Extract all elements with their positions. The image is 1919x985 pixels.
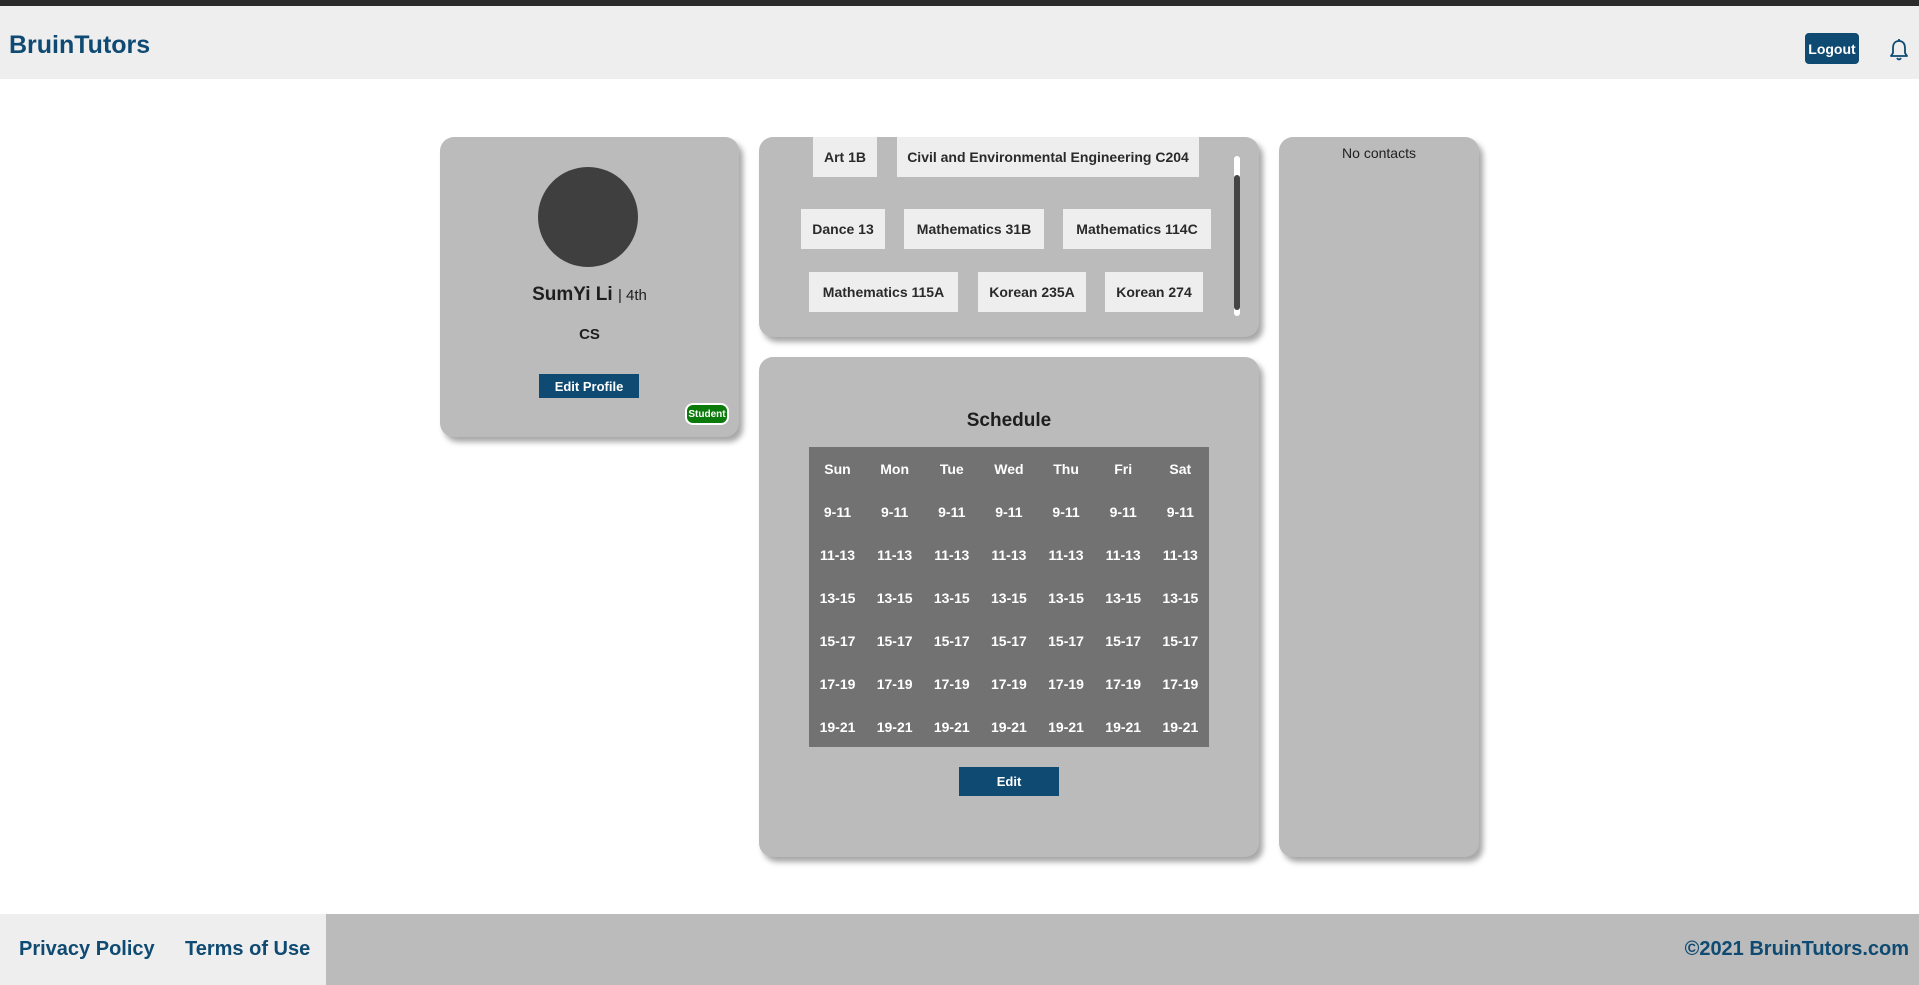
role-badge: Student	[685, 403, 729, 425]
schedule-slot[interactable]: 17-19	[1152, 662, 1209, 705]
schedule-day-header: Sun	[824, 460, 851, 477]
schedule-slot[interactable]: 15-17	[923, 619, 980, 662]
schedule-slot[interactable]: 15-17	[866, 619, 923, 662]
schedule-slot[interactable]: 9-11	[923, 490, 980, 533]
schedule-day-header: Fri	[1114, 460, 1133, 477]
course-chip[interactable]: Civil and Environmental Engineering C204	[897, 137, 1199, 177]
schedule-slot[interactable]: 17-19	[866, 662, 923, 705]
schedule-slot[interactable]: 11-13	[923, 533, 980, 576]
schedule-slot[interactable]: 13-15	[866, 576, 923, 619]
schedule-slot[interactable]: 19-21	[1038, 705, 1095, 748]
schedule-slot[interactable]: 17-19	[809, 662, 866, 705]
schedule-slot[interactable]: 15-17	[1152, 619, 1209, 662]
schedule-slot[interactable]: 13-15	[1095, 576, 1152, 619]
avatar	[538, 167, 638, 267]
top-nav-bar: BruinTutors Logout	[0, 6, 1919, 79]
copyright-text: ©2021 BruinTutors.com	[1684, 938, 1909, 960]
course-chip[interactable]: Art 1B	[813, 137, 877, 177]
schedule-day-header: Mon	[880, 460, 909, 477]
schedule-slot[interactable]: 19-21	[866, 705, 923, 748]
schedule-slot[interactable]: 9-11	[809, 490, 866, 533]
profile-name: SumYi Li	[532, 284, 613, 305]
schedule-slot[interactable]: 15-17	[809, 619, 866, 662]
schedule-slot[interactable]: 11-13	[866, 533, 923, 576]
profile-major: CS	[579, 326, 600, 343]
schedule-day-header: Thu	[1053, 460, 1079, 477]
terms-of-use-link[interactable]: Terms of Use	[185, 938, 310, 961]
profile-year: | 4th	[617, 287, 647, 304]
schedule-slot[interactable]: 15-17	[1038, 619, 1095, 662]
course-chip[interactable]: Dance 13	[801, 209, 885, 249]
profile-card: SumYi Li | 4th CS Edit Profile Student	[440, 137, 739, 437]
schedule-slot[interactable]: 11-13	[809, 533, 866, 576]
schedule-slot[interactable]: 11-13	[1095, 533, 1152, 576]
schedule-slot[interactable]: 9-11	[980, 490, 1037, 533]
schedule-day-header: Wed	[994, 460, 1024, 477]
schedule-slot[interactable]: 9-11	[866, 490, 923, 533]
schedule-slot[interactable]: 13-15	[923, 576, 980, 619]
schedule-slot[interactable]: 19-21	[923, 705, 980, 748]
schedule-slot[interactable]: 9-11	[1152, 490, 1209, 533]
schedule-slot[interactable]: 17-19	[1038, 662, 1095, 705]
schedule-slot[interactable]: 13-15	[809, 576, 866, 619]
schedule-slot[interactable]: 19-21	[809, 705, 866, 748]
schedule-slot[interactable]: 13-15	[980, 576, 1037, 619]
privacy-policy-link[interactable]: Privacy Policy	[19, 938, 155, 961]
bell-icon[interactable]	[1888, 38, 1910, 62]
no-contacts-text: No contacts	[1342, 145, 1416, 161]
course-chip[interactable]: Mathematics 114C	[1063, 209, 1211, 249]
schedule-slot[interactable]: 15-17	[980, 619, 1037, 662]
courses-scrollbar-thumb[interactable]	[1234, 175, 1240, 310]
schedule-day-header: Sat	[1169, 460, 1192, 477]
schedule-slot[interactable]: 19-21	[1152, 705, 1209, 748]
course-chip[interactable]: Korean 235A	[978, 272, 1086, 312]
edit-schedule-button[interactable]: Edit	[959, 767, 1059, 796]
schedule-slot[interactable]: 19-21	[980, 705, 1037, 748]
courses-card: Art 1B Civil and Environmental Engineeri…	[759, 137, 1259, 337]
schedule-slot[interactable]: 19-21	[1095, 705, 1152, 748]
schedule-grid: Sun 9-11 11-13 13-15 15-17 17-19 19-21 Mon 9-11 1…	[809, 447, 1209, 747]
profile-name-line: SumYi Li | 4th	[440, 284, 739, 306]
schedule-slot[interactable]: 9-11	[1038, 490, 1095, 533]
schedule-card: Schedule Sun 9-11 11-13 13-15 15-17 17-19 19-2…	[759, 357, 1259, 857]
schedule-slot[interactable]: 11-13	[1038, 533, 1095, 576]
logout-button[interactable]: Logout	[1805, 33, 1859, 64]
schedule-slot[interactable]: 17-19	[980, 662, 1037, 705]
schedule-day-header: Tue	[939, 460, 964, 477]
footer-links: Privacy Policy Terms of Use	[0, 914, 326, 985]
schedule-slot[interactable]: 13-15	[1152, 576, 1209, 619]
schedule-slot[interactable]: 17-19	[1095, 662, 1152, 705]
schedule-slot[interactable]: 17-19	[923, 662, 980, 705]
schedule-slot[interactable]: 9-11	[1095, 490, 1152, 533]
schedule-slot[interactable]: 11-13	[980, 533, 1037, 576]
course-chip[interactable]: Mathematics 31B	[904, 209, 1044, 249]
edit-profile-button[interactable]: Edit Profile	[539, 374, 639, 398]
schedule-title: Schedule	[966, 410, 1052, 431]
course-chip[interactable]: Mathematics 115A	[809, 272, 958, 312]
brand-logo[interactable]: BruinTutors	[9, 31, 150, 60]
contacts-card: No contacts	[1279, 137, 1479, 857]
schedule-slot[interactable]: 15-17	[1095, 619, 1152, 662]
schedule-slot[interactable]: 11-13	[1152, 533, 1209, 576]
footer: Privacy Policy Terms of Use ©2021 BruinT…	[0, 914, 1919, 985]
course-chip[interactable]: Korean 274	[1105, 272, 1203, 312]
schedule-slot[interactable]: 13-15	[1038, 576, 1095, 619]
